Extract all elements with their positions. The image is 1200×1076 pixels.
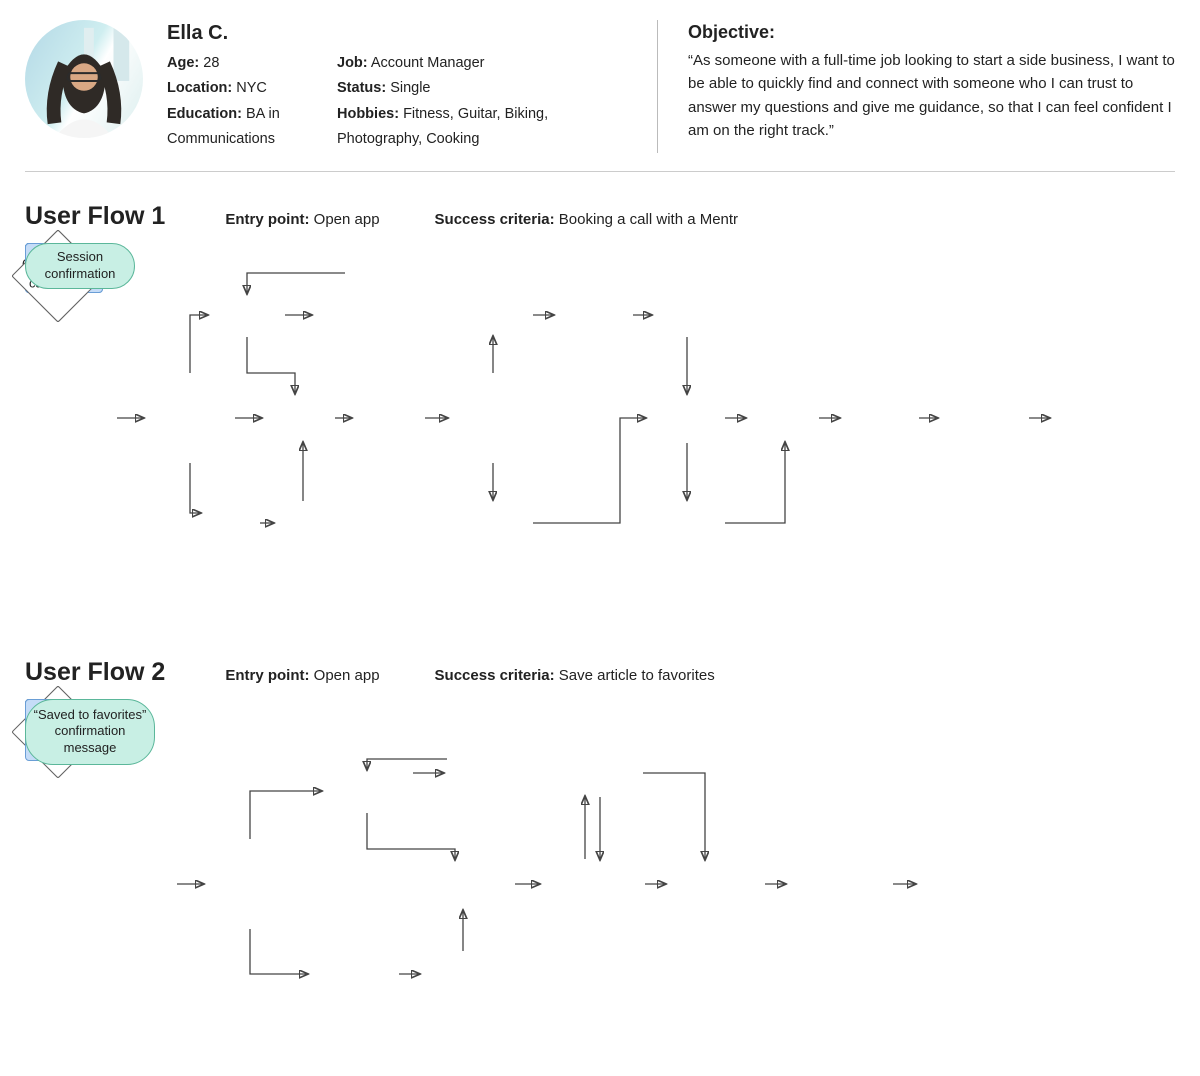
objective-block: Objective: “As someone with a full-time … [688,20,1175,153]
flow1-entry-label: Entry point: [225,211,309,228]
location-value: NYC [236,80,267,96]
hobbies-label: Hobbies: [337,106,399,122]
status-value: Single [390,80,430,96]
persona-header: Ella C. Age: 28 Location: NYC Education:… [25,20,1175,172]
flow2-entry-value: Open app [314,667,380,684]
flow2-diagram: Open app Log in / Sign up? Log in Forgot… [25,699,1175,1019]
location-label: Location: [167,80,232,96]
flow2-success-label: Success criteria: [435,667,555,684]
flow1-success-label: Success criteria: [435,211,555,228]
age-label: Age: [167,55,199,71]
flow2-entry-label: Entry point: [225,667,309,684]
status-label: Status: [337,80,386,96]
persona-name: Ella C. [167,22,647,45]
flow1-success-value: Booking a call with a Mentr [559,211,738,228]
node-confirmation: Session confirmation [25,243,135,289]
education-label: Education: [167,106,242,122]
flow1-entry-value: Open app [314,211,380,228]
persona-details: Ella C. Age: 28 Location: NYC Education:… [167,20,647,153]
job-label: Job: [337,55,368,71]
flow1-arrows [25,243,1175,573]
flow1-diagram: Open app Log in / Sign up? Log in Forgot… [25,243,1175,573]
flow2-success-value: Save article to favorites [559,667,715,684]
flow2-arrows [25,699,1175,1019]
user-flow-2: User Flow 2 Entry point: Open app Succes… [25,658,1175,1019]
job-value: Account Manager [371,55,485,71]
user-flow-1: User Flow 1 Entry point: Open app Succes… [25,202,1175,573]
age-value: 28 [203,55,219,71]
objective-label: Objective: [688,22,1175,43]
vertical-divider [657,20,658,153]
flow2-title: User Flow 2 [25,658,165,687]
node2-confirmation: “Saved to favorites” confirmation messag… [25,699,155,765]
objective-text: “As someone with a full-time job looking… [688,49,1175,142]
avatar [25,20,143,138]
flow1-title: User Flow 1 [25,202,165,231]
